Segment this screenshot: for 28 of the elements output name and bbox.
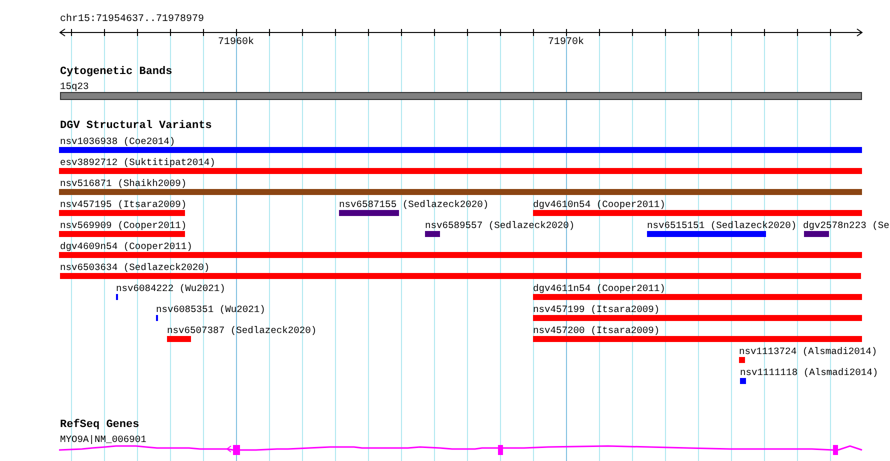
variant-label: nsv6507387 (Sedlazeck2020): [167, 325, 317, 336]
variant-label: esv3892712 (Suktitipat2014): [60, 157, 216, 168]
track-title: Cytogenetic Bands: [60, 67, 172, 78]
variant-label: dgv4610n54 (Cooper2011): [533, 199, 666, 210]
ruler-tick-label: 71960k: [218, 37, 254, 48]
variant-label: nsv6587155 (Sedlazeck2020): [339, 199, 489, 210]
ruler-location: chr15:71954637..71978979: [60, 14, 204, 25]
variant-label: nsv6503634 (Sedlazeck2020): [60, 262, 210, 273]
variant-label: dgv4609n54 (Cooper2011): [60, 241, 192, 252]
variant-label: nsv1036938 (Coe2014): [60, 136, 176, 147]
gene-label: MYO9A|NM_006901: [60, 434, 146, 445]
track-title: RefSeq Genes: [60, 420, 140, 431]
variant-label: nsv6085351 (Wu2021): [156, 304, 266, 315]
variant-label: nsv457199 (Itsara2009): [533, 304, 660, 315]
variant-label: nsv6589557 (Sedlazeck2020): [425, 220, 575, 231]
variant-label: nsv569909 (Cooper2011): [60, 220, 187, 231]
variant-label: nsv1111118 (Alsmadi2014): [740, 367, 878, 378]
band-label: 15q23: [60, 81, 89, 92]
variant-label: dgv4611n54 (Cooper2011): [533, 283, 666, 294]
variant-label: dgv2578n223 (Se: [803, 220, 890, 231]
variant-label: nsv516871 (Shaikh2009): [60, 178, 187, 189]
variant-label: nsv6515151 (Sedlazeck2020): [647, 220, 797, 231]
variant-label: nsv1113724 (Alsmadi2014): [739, 346, 878, 357]
variant-label: nsv457195 (Itsara2009): [60, 199, 187, 210]
variant-label: nsv6084222 (Wu2021): [116, 283, 226, 294]
track-title: DGV Structural Variants: [60, 121, 212, 132]
variant-label: nsv457200 (Itsara2009): [533, 325, 660, 336]
ruler-tick-label: 71970k: [548, 37, 584, 48]
